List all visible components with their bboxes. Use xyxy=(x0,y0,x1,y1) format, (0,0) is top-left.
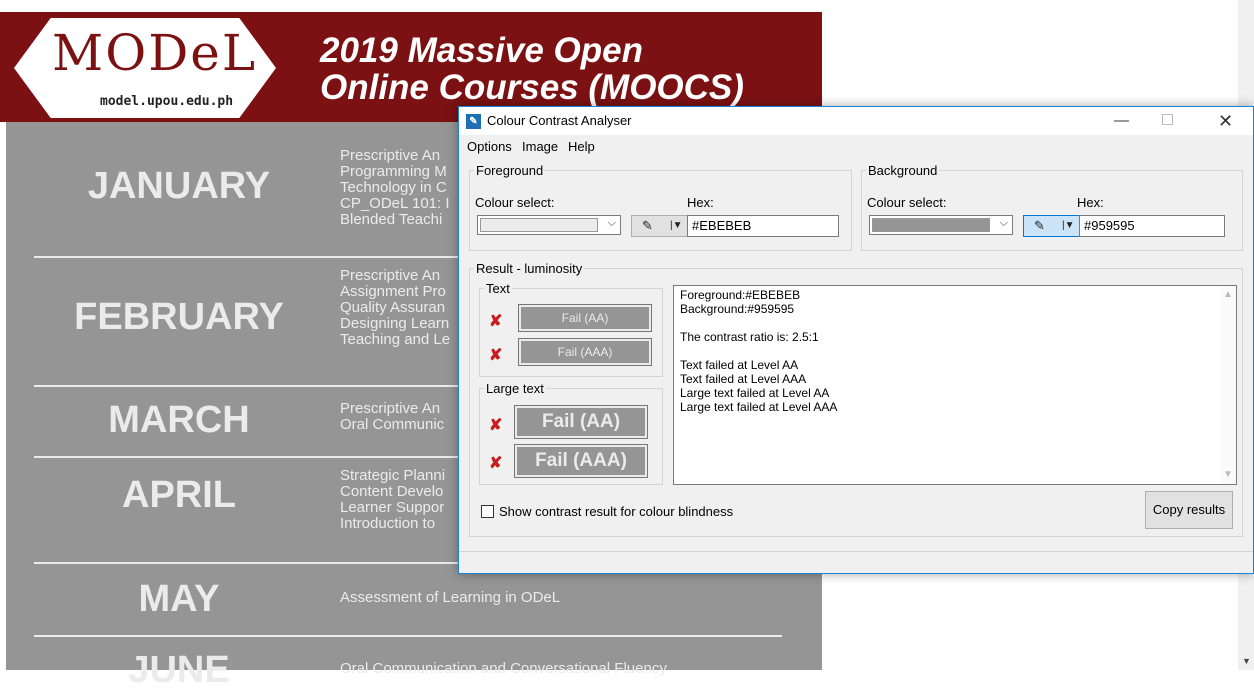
result-line: Large text failed at Level AAA xyxy=(680,400,838,414)
bg-colour-swatch xyxy=(872,218,990,232)
eyedropper-icon: ✎ xyxy=(1034,218,1045,233)
month-courses: Prescriptive An Oral Communic xyxy=(340,400,445,433)
large-text-legend: Large text xyxy=(486,381,544,396)
bg-hex-label: Hex: xyxy=(1077,195,1104,210)
fail-x-icon: ✘ xyxy=(489,417,503,434)
chevron-down-icon: ⌵ xyxy=(999,217,1008,229)
poster-title: 2019 Massive Open Online Courses (MOOCS) xyxy=(320,32,744,106)
maximize-button[interactable]: ☐ xyxy=(1145,107,1190,135)
bg-hex-input[interactable]: #959595 xyxy=(1079,215,1225,237)
month-courses: Prescriptive An Assignment Pro Quality A… xyxy=(340,267,451,348)
result-line: Text failed at Level AAA xyxy=(680,372,807,386)
bg-eyedropper-button[interactable]: ✎ |▼ xyxy=(1023,215,1083,237)
text-legend: Text xyxy=(486,281,510,296)
month-row-june: JUNE Oral Communication and Conversation… xyxy=(34,635,782,691)
result-line: Large text failed at Level AA xyxy=(680,386,830,400)
fg-colour-swatch xyxy=(480,218,598,232)
fail-x-icon: ✘ xyxy=(489,455,503,472)
window-title: Colour Contrast Analyser xyxy=(487,113,632,128)
poster-title-line1: 2019 Massive Open xyxy=(320,31,643,70)
menu-image[interactable]: Image xyxy=(522,139,558,154)
scroll-down-icon[interactable]: ▼ xyxy=(1223,468,1233,482)
fg-hex-label: Hex: xyxy=(687,195,714,210)
colour-blindness-checkbox[interactable] xyxy=(481,505,494,518)
dropdown-arrow-icon: |▼ xyxy=(1062,220,1075,231)
status-bar xyxy=(459,551,1253,574)
month-name: APRIL xyxy=(122,474,236,516)
logo-url: model.upou.edu.ph xyxy=(100,94,234,109)
poster-title-line2: Online Courses (MOOCS) xyxy=(320,68,744,107)
fail-x-icon: ✘ xyxy=(489,313,503,330)
results-textarea[interactable]: Foreground:#EBEBEB Background:#959595 Th… xyxy=(673,285,1237,485)
month-courses: Oral Communication and Conversational Fl… xyxy=(340,660,667,677)
month-name: JUNE xyxy=(128,649,230,691)
title-bar[interactable]: ✎ Colour Contrast Analyser — ☐ ✕ xyxy=(459,107,1253,135)
eyedropper-icon: ✎ xyxy=(642,218,653,233)
close-button[interactable]: ✕ xyxy=(1203,107,1248,135)
fg-colour-select-label: Colour select: xyxy=(475,195,555,210)
dropdown-arrow-icon: |▼ xyxy=(670,220,683,231)
fg-colour-select[interactable]: ⌵ xyxy=(477,215,621,235)
month-name: JANUARY xyxy=(87,165,271,207)
text-aa-result: Fail (AA) xyxy=(518,304,652,332)
fg-hex-input[interactable]: #EBEBEB xyxy=(687,215,839,237)
app-icon: ✎ xyxy=(466,114,481,129)
large-aaa-result: Fail (AAA) xyxy=(514,444,648,478)
menu-bar: Options Image Help xyxy=(459,137,1253,155)
menu-help[interactable]: Help xyxy=(568,139,595,154)
colour-blindness-label[interactable]: Show contrast result for colour blindnes… xyxy=(499,504,733,519)
result-line xyxy=(680,344,1230,358)
colour-contrast-analyser-window: ✎ Colour Contrast Analyser — ☐ ✕ Options… xyxy=(458,106,1254,574)
result-line: The contrast ratio is: 2.5:1 xyxy=(680,330,819,344)
logo-text: MODeL xyxy=(52,24,258,82)
copy-results-button[interactable]: Copy results xyxy=(1145,491,1233,529)
large-aa-result: Fail (AA) xyxy=(514,405,648,439)
month-courses: Assessment of Learning in ODeL xyxy=(340,589,561,606)
month-name: MARCH xyxy=(108,399,250,441)
month-courses: Prescriptive An Programming M Technology… xyxy=(340,147,450,228)
background-legend: Background xyxy=(868,163,938,178)
fg-eyedropper-button[interactable]: ✎ |▼ xyxy=(631,215,691,237)
result-line: Foreground:#EBEBEB xyxy=(680,288,801,302)
result-line xyxy=(680,316,1230,330)
text-aaa-result: Fail (AAA) xyxy=(518,338,652,366)
result-legend: Result - luminosity xyxy=(476,261,583,276)
menu-options[interactable]: Options xyxy=(467,139,512,154)
result-line: Background:#959595 xyxy=(680,302,795,316)
results-scrollbar[interactable]: ▲ ▼ xyxy=(1220,286,1236,484)
chevron-down-icon: ⌵ xyxy=(607,217,616,229)
scroll-up-icon[interactable]: ▲ xyxy=(1223,288,1233,302)
scroll-down-icon[interactable]: ▼ xyxy=(1242,656,1251,666)
minimize-button[interactable]: — xyxy=(1099,107,1144,135)
bg-colour-select[interactable]: ⌵ xyxy=(869,215,1013,235)
month-name: MAY xyxy=(138,578,220,620)
foreground-legend: Foreground xyxy=(476,163,544,178)
month-name: FEBRUARY xyxy=(74,296,284,338)
result-line: Text failed at Level AA xyxy=(680,358,799,372)
month-courses: Strategic Planni Content Develo Learner … xyxy=(340,467,446,532)
fail-x-icon: ✘ xyxy=(489,347,503,364)
bg-colour-select-label: Colour select: xyxy=(867,195,947,210)
